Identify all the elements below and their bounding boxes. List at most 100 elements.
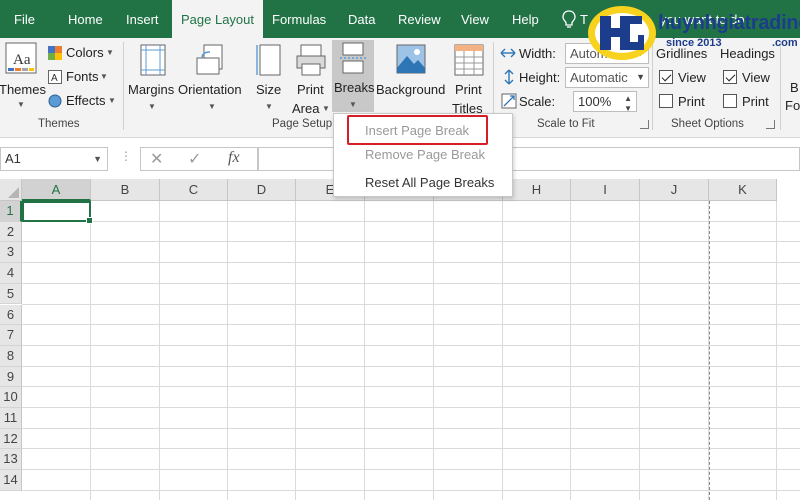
svg-text:A: A	[51, 73, 58, 84]
margins-button[interactable]: Margins ▼	[128, 42, 176, 114]
tab-home[interactable]: Home	[59, 0, 112, 38]
tab-view[interactable]: View	[452, 0, 498, 38]
spin-down-icon[interactable]: ▼	[624, 99, 632, 118]
group-separator	[123, 42, 124, 130]
headings-print-checkbox[interactable]	[723, 94, 737, 108]
tab-data[interactable]: Data	[339, 0, 384, 38]
themes-icon: Aa	[5, 42, 37, 74]
colors-button[interactable]: Colors ▼	[48, 44, 118, 62]
sheet-options-launcher-icon[interactable]	[766, 120, 775, 129]
column-header[interactable]: A	[22, 179, 91, 201]
active-cell[interactable]	[22, 201, 93, 224]
print-titles-button[interactable]: Print Titles	[448, 42, 488, 118]
chevron-down-icon: ▼	[322, 104, 330, 113]
row-gridline	[22, 324, 800, 326]
column-gridline	[227, 201, 228, 500]
cancel-icon[interactable]: ✕	[150, 149, 163, 169]
background-icon	[396, 44, 426, 74]
themes-button[interactable]: Aa Themes ▼	[0, 40, 46, 112]
row-header[interactable]: 6	[0, 304, 22, 326]
column-header[interactable]: K	[709, 179, 777, 201]
tab-help[interactable]: Help	[503, 0, 548, 38]
menu-item-reset-all-page-breaks[interactable]: Reset All Page Breaks	[334, 171, 512, 195]
row-header[interactable]: 8	[0, 345, 22, 367]
effects-icon	[48, 94, 62, 108]
highlight-box	[347, 115, 488, 145]
orientation-label: Orientation	[178, 82, 242, 97]
chevron-down-icon: ▼	[349, 100, 357, 109]
size-label: Size	[256, 82, 282, 97]
height-dropdown[interactable]: Automatic ▼	[565, 67, 649, 88]
column-header[interactable]: B	[91, 179, 160, 201]
worksheet-grid: ABCDEFGHIJK 1234567891011121314	[0, 179, 800, 500]
size-icon	[256, 44, 281, 76]
row-header[interactable]: 11	[0, 408, 22, 429]
margins-label: Margins	[128, 82, 175, 97]
background-button[interactable]: Background	[376, 42, 446, 114]
column-header[interactable]: C	[160, 179, 228, 201]
print-titles-icon	[454, 44, 484, 76]
column-gridline	[433, 201, 434, 500]
effects-button[interactable]: Effects ▼	[48, 92, 120, 110]
row-header[interactable]: 14	[0, 470, 22, 491]
background-label: Background	[376, 82, 446, 97]
tab-review[interactable]: Review	[389, 0, 450, 38]
tab-formulas[interactable]: Formulas	[263, 0, 335, 38]
breaks-dropdown-menu: Insert Page Break Remove Page Break Rese…	[333, 113, 513, 197]
gridlines-print-checkbox[interactable]	[659, 94, 673, 108]
row-header[interactable]: 12	[0, 428, 22, 450]
tab-insert[interactable]: Insert	[117, 0, 168, 38]
row-header[interactable]: 10	[0, 387, 22, 408]
fonts-icon: A	[48, 70, 62, 84]
row-gridline	[22, 469, 800, 471]
scale-to-fit-launcher-icon[interactable]	[640, 120, 649, 129]
fonts-button[interactable]: A Fonts ▼	[48, 68, 118, 86]
gridlines-view-checkbox[interactable]	[659, 70, 673, 84]
row-gridline	[22, 448, 800, 450]
chevron-down-icon: ▼	[636, 72, 645, 82]
name-box[interactable]: A1 ▼	[0, 147, 108, 171]
tab-file[interactable]: File	[5, 0, 44, 38]
column-header[interactable]: H	[503, 179, 571, 201]
tab-page-layout[interactable]: Page Layout	[172, 0, 264, 39]
menu-item-remove-page-break[interactable]: Remove Page Break	[334, 143, 512, 167]
select-all-button[interactable]	[0, 179, 22, 201]
row-header[interactable]: 2	[0, 221, 22, 243]
print-area-button[interactable]: Print Area ▼	[290, 42, 330, 116]
scale-spinner[interactable]: 100% ▲ ▼	[573, 91, 637, 113]
breaks-icon	[340, 42, 366, 74]
breaks-label: Breaks	[334, 80, 375, 95]
row-header[interactable]: 1	[0, 201, 22, 222]
insert-function-icon[interactable]: fx	[228, 149, 240, 167]
row-header[interactable]: 4	[0, 263, 22, 284]
column-header[interactable]: I	[571, 179, 640, 201]
headings-view-checkbox[interactable]	[723, 70, 737, 84]
column-header[interactable]: J	[640, 179, 709, 201]
chevron-down-icon: ▼	[148, 102, 156, 111]
chevron-down-icon: ▼	[265, 102, 273, 111]
size-button[interactable]: Size ▼	[250, 42, 286, 114]
row-gridline	[22, 241, 800, 243]
height-label: Height:	[519, 70, 561, 85]
row-gridline	[22, 427, 800, 429]
row-header[interactable]: 9	[0, 366, 22, 388]
column-header[interactable]: D	[228, 179, 296, 201]
column-gridline	[570, 201, 571, 500]
row-header[interactable]: 7	[0, 325, 22, 346]
headings-print-label: Print	[742, 94, 769, 109]
scale-value: 100%	[578, 94, 612, 109]
effects-label: Effects	[66, 93, 106, 108]
scale-icon	[501, 93, 517, 109]
row-header[interactable]: 5	[0, 283, 22, 305]
height-icon	[504, 69, 514, 85]
logo-text: huynhgiatrading	[658, 12, 800, 34]
breaks-button[interactable]: Breaks ▼	[332, 40, 374, 112]
row-header[interactable]: 13	[0, 449, 22, 471]
logo-since: since 2013	[666, 37, 722, 49]
enter-icon[interactable]: ✓	[188, 149, 201, 169]
column-gridline	[776, 201, 777, 500]
print-titles-label-line1: Print	[455, 82, 482, 97]
orientation-button[interactable]: Orientation ▼	[178, 42, 246, 114]
chevron-down-icon[interactable]: ▼	[93, 148, 102, 170]
row-header[interactable]: 3	[0, 242, 22, 264]
